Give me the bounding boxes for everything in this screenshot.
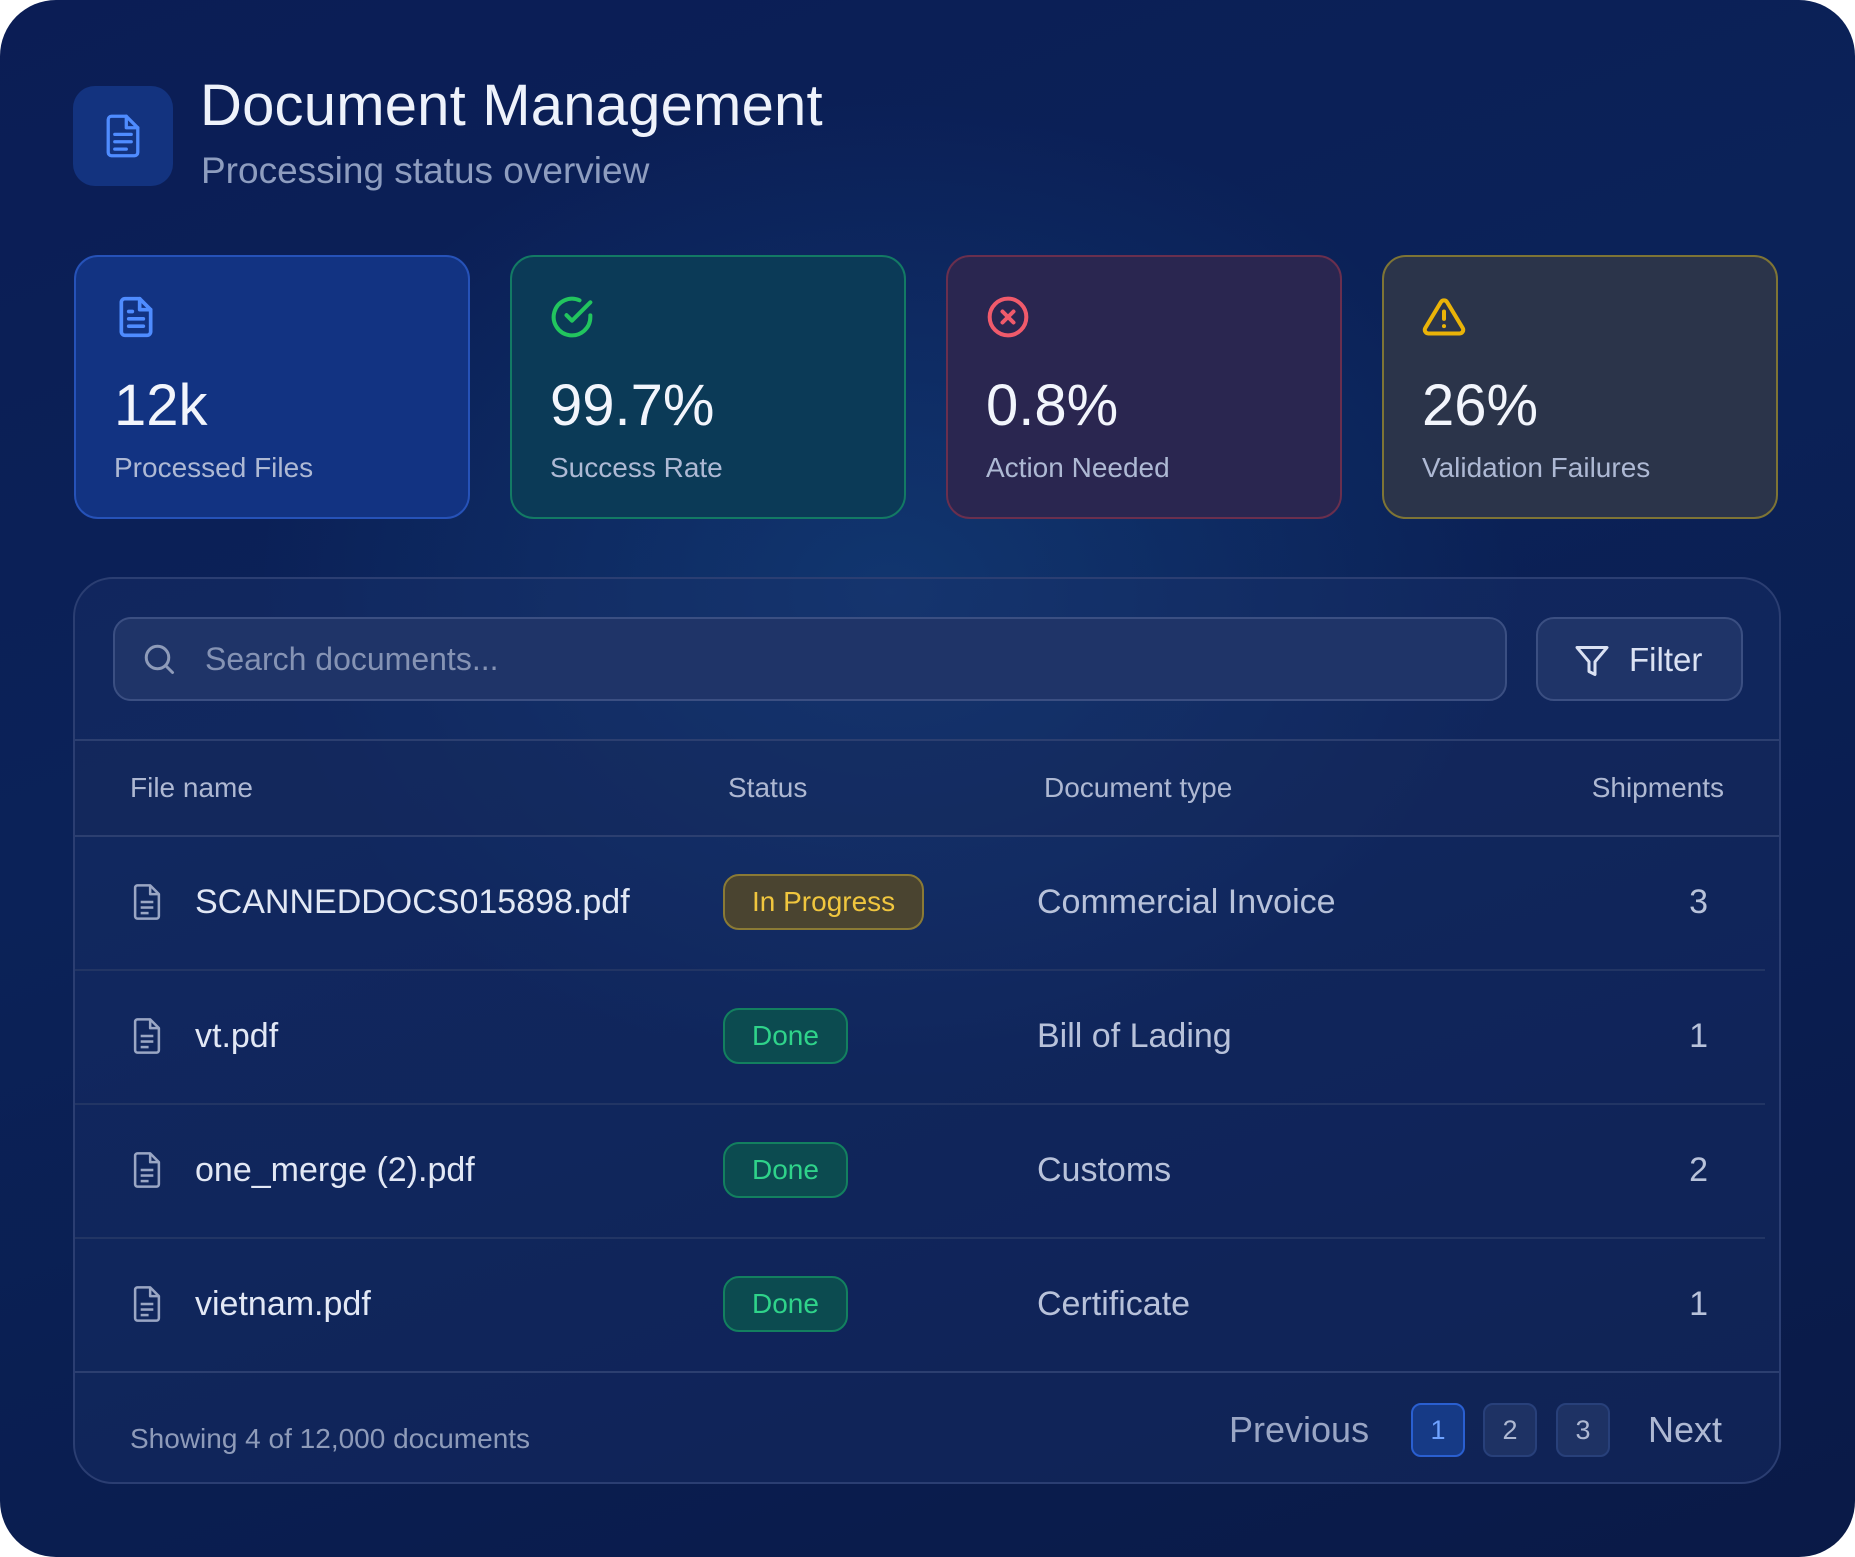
- stat-card-action-needed: 0.8% Action Needed: [946, 255, 1342, 519]
- x-circle-icon: [986, 295, 1030, 339]
- dashboard-panel: Document Management Processing status ov…: [0, 0, 1855, 1557]
- check-circle-icon: [550, 295, 594, 339]
- filter-label: Filter: [1629, 641, 1703, 678]
- page-button-3[interactable]: 3: [1556, 1403, 1610, 1457]
- shipments-count: 3: [1689, 883, 1708, 921]
- filter-button[interactable]: Filter: [1536, 617, 1743, 701]
- table-row[interactable]: one_merge (2).pdf Done Customs 2: [75, 1103, 1765, 1239]
- shipments-count: 2: [1689, 1151, 1708, 1189]
- file-icon: [131, 1151, 163, 1189]
- status-badge: In Progress: [723, 874, 925, 930]
- previous-page-button[interactable]: Previous: [1229, 1409, 1369, 1451]
- search-input[interactable]: Search documents...: [113, 617, 1507, 701]
- table-row[interactable]: vt.pdf Done Bill of Lading 1: [75, 969, 1765, 1105]
- document-type: Commercial Invoice: [1037, 883, 1336, 921]
- table-row[interactable]: SCANNEDDOCS015898.pdf In Progress Commer…: [75, 835, 1765, 971]
- search-placeholder: Search documents...: [205, 641, 499, 677]
- column-header-status[interactable]: Status: [728, 772, 807, 804]
- status-badge: Done: [723, 1276, 848, 1332]
- status-badge: Done: [723, 1142, 848, 1198]
- stat-card-validation-failures: 26% Validation Failures: [1382, 255, 1778, 519]
- results-count: Showing 4 of 12,000 documents: [130, 1423, 531, 1454]
- table-row[interactable]: vietnam.pdf Done Certificate 1: [75, 1237, 1765, 1371]
- warning-triangle-icon: [1422, 295, 1466, 339]
- stat-card-processed-files: 12k Processed Files: [74, 255, 470, 519]
- file-name[interactable]: vietnam.pdf: [195, 1285, 371, 1324]
- stat-card-success-rate: 99.7% Success Rate: [510, 255, 906, 519]
- page-title: Document Management: [200, 73, 823, 138]
- stat-value: 12k: [114, 373, 208, 438]
- file-name[interactable]: vt.pdf: [195, 1017, 278, 1056]
- file-icon: [131, 1285, 163, 1323]
- status-badge: Done: [723, 1008, 848, 1064]
- document-icon: [73, 86, 173, 186]
- column-header-document-type[interactable]: Document type: [1044, 772, 1232, 804]
- search-icon: [141, 641, 177, 677]
- document-icon: [114, 295, 158, 339]
- shipments-count: 1: [1689, 1017, 1708, 1055]
- stat-label: Validation Failures: [1422, 452, 1651, 483]
- stat-label: Success Rate: [550, 452, 723, 483]
- table-footer: Showing 4 of 12,000 documents Previous 1…: [75, 1371, 1779, 1482]
- stat-value: 0.8%: [986, 373, 1119, 438]
- documents-table-panel: Search documents... Filter File name Sta…: [73, 577, 1781, 1484]
- table-header: File name Status Document type Shipments: [75, 739, 1779, 837]
- page-button-2[interactable]: 2: [1483, 1403, 1537, 1457]
- filter-icon: [1574, 643, 1610, 679]
- file-name[interactable]: SCANNEDDOCS015898.pdf: [195, 883, 630, 922]
- document-type: Customs: [1037, 1151, 1172, 1189]
- stat-label: Action Needed: [986, 452, 1170, 483]
- page-subtitle: Processing status overview: [201, 150, 650, 191]
- page-button-1[interactable]: 1: [1411, 1403, 1465, 1457]
- file-icon: [131, 1017, 163, 1055]
- stat-value: 99.7%: [550, 373, 715, 438]
- document-type: Bill of Lading: [1037, 1017, 1232, 1055]
- column-header-shipments[interactable]: Shipments: [1592, 772, 1724, 804]
- column-header-file-name[interactable]: File name: [130, 772, 253, 804]
- file-icon: [131, 883, 163, 921]
- next-page-button[interactable]: Next: [1648, 1409, 1722, 1451]
- document-type: Certificate: [1037, 1285, 1191, 1323]
- shipments-count: 1: [1689, 1285, 1708, 1323]
- file-name[interactable]: one_merge (2).pdf: [195, 1151, 475, 1190]
- stat-value: 26%: [1422, 373, 1539, 438]
- stat-label: Processed Files: [114, 452, 314, 483]
